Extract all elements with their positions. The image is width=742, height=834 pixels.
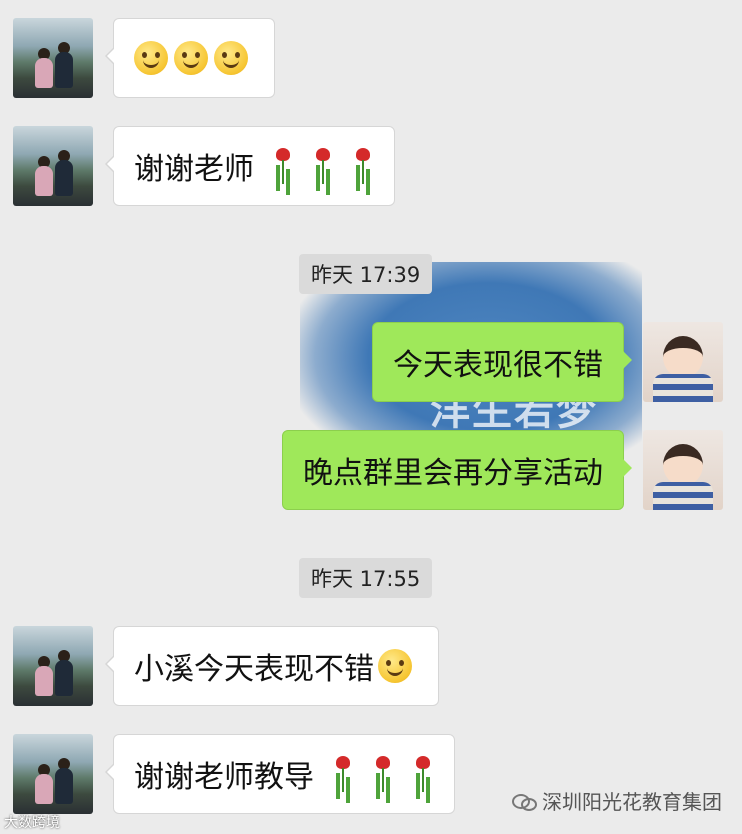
blush-emoji-icon	[378, 649, 412, 683]
message-bubble[interactable]: 今天表现很不错	[372, 322, 632, 402]
watermark: 深圳阳光花教育集团	[512, 786, 722, 815]
message-bubble[interactable]: 谢谢老师教导	[105, 734, 455, 814]
rose-emoji-icon	[352, 146, 374, 186]
message-bubble[interactable]	[105, 18, 275, 98]
rose-emoji-icon	[372, 754, 394, 794]
message-text: 谢谢老师	[134, 152, 254, 187]
message-bubble[interactable]: 小溪今天表现不错	[105, 626, 439, 706]
rose-emoji-icon	[272, 146, 294, 186]
message-text: 晚点群里会再分享活动	[303, 456, 603, 491]
message-text: 小溪今天表现不错	[134, 652, 374, 687]
message-bubble[interactable]: 谢谢老师	[105, 126, 395, 206]
rose-emoji-icon	[412, 754, 434, 794]
message-text: 今天表现很不错	[393, 348, 603, 383]
rose-emoji-icon	[312, 146, 334, 186]
sender-avatar[interactable]	[13, 626, 93, 706]
message-bubble[interactable]: 晚点群里会再分享活动	[282, 430, 632, 510]
message-text: 谢谢老师教导	[134, 760, 314, 795]
smile-emoji-icon	[214, 41, 248, 75]
sender-avatar[interactable]	[13, 734, 93, 814]
rose-emoji-icon	[332, 754, 354, 794]
sender-avatar[interactable]	[13, 18, 93, 98]
my-avatar[interactable]	[643, 322, 723, 402]
watermark-text: 深圳阳光花教育集团	[542, 790, 722, 814]
my-avatar[interactable]	[643, 430, 723, 510]
wechat-icon	[512, 792, 537, 811]
timestamp: 昨天 17:39	[299, 254, 433, 294]
smile-emoji-icon	[174, 41, 208, 75]
smile-emoji-icon	[134, 41, 168, 75]
timestamp: 昨天 17:55	[299, 558, 433, 598]
sender-avatar[interactable]	[13, 126, 93, 206]
corner-watermark: 大数跨境	[4, 815, 60, 831]
